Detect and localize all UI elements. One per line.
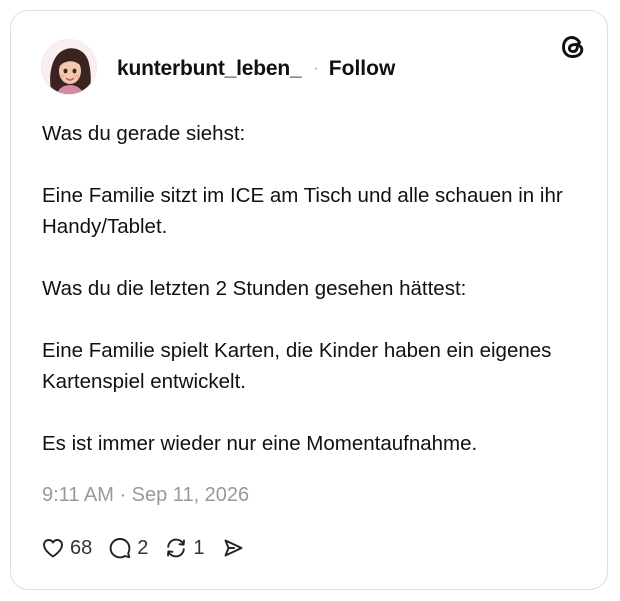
avatar-illustration-icon	[42, 40, 96, 94]
like-button[interactable]: 68	[41, 536, 92, 560]
like-count: 68	[70, 536, 93, 559]
repost-icon	[167, 538, 186, 558]
post-timestamp[interactable]: 9:11 AM · Sep 11, 2026	[42, 484, 249, 507]
header-separator: ·	[313, 60, 319, 77]
comment-icon	[109, 538, 131, 559]
post-body: Was du gerade siehst: Eine Familie sitzt…	[42, 118, 582, 459]
avatar[interactable]	[41, 39, 97, 95]
post-paragraph: Es ist immer wieder nur eine Momentaufna…	[42, 432, 478, 455]
reply-count: 2	[137, 536, 149, 559]
username-link[interactable]: kunterbunt_leben_	[117, 57, 302, 81]
post-header: kunterbunt_leben_ · Follow	[117, 55, 395, 83]
share-icon	[224, 539, 242, 557]
repost-count: 1	[193, 536, 205, 559]
threads-logo-icon[interactable]	[559, 33, 587, 61]
heart-icon	[43, 539, 63, 558]
share-button[interactable]	[221, 536, 245, 560]
post-paragraph: Eine Familie sitzt im ICE am Tisch und a…	[42, 184, 563, 238]
repost-button[interactable]: 1	[164, 536, 205, 560]
reply-button[interactable]: 2	[108, 536, 148, 560]
post-paragraph: Was du die letzten 2 Stunden gesehen hät…	[42, 277, 467, 300]
post-card: kunterbunt_leben_ · Follow Was du gerade…	[10, 10, 608, 590]
follow-button[interactable]: Follow	[329, 57, 396, 81]
post-paragraph: Eine Familie spielt Karten, die Kinder h…	[42, 339, 552, 393]
post-paragraph: Was du gerade siehst:	[42, 122, 246, 145]
action-bar: 68 2 1	[41, 533, 261, 563]
